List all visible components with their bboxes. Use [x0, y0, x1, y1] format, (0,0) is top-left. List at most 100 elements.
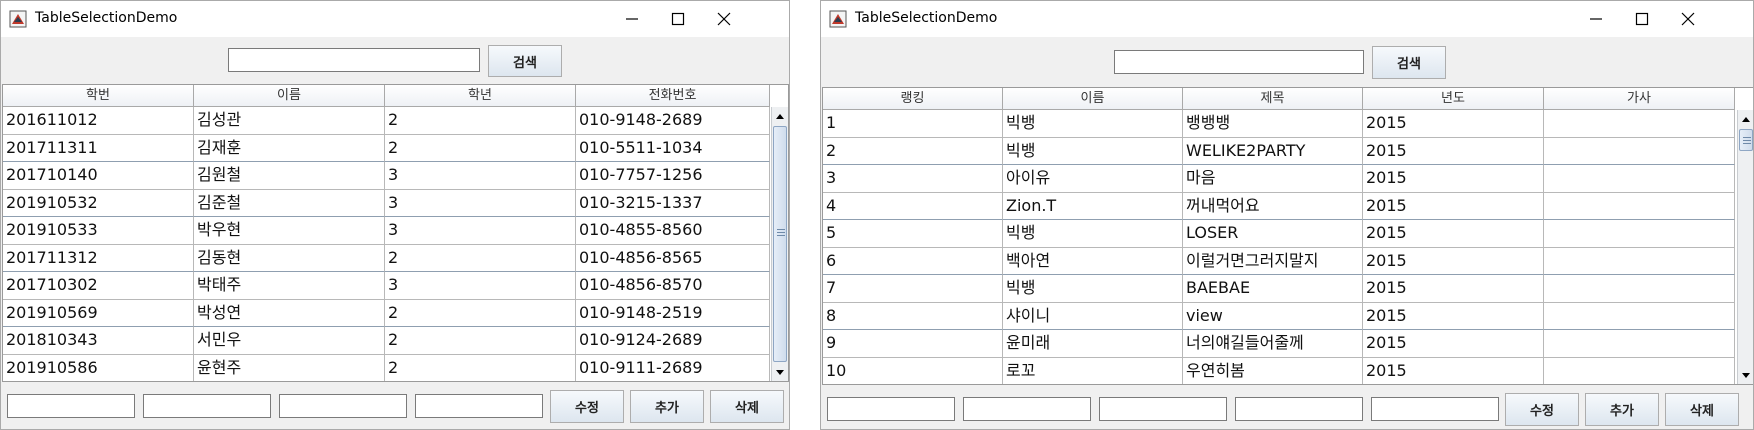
- cell-artist[interactable]: 빅뱅: [1003, 110, 1183, 138]
- cell-name[interactable]: 박태주: [194, 272, 385, 300]
- table-row[interactable]: 5 빅뱅 LOSER 2015: [823, 220, 1735, 248]
- table-row[interactable]: 201710140 김원철 3 010-7757-1256: [3, 162, 770, 190]
- cell-name[interactable]: 김성관: [194, 107, 385, 135]
- table-row[interactable]: 2 빅뱅 WELIKE2PARTY 2015: [823, 137, 1735, 165]
- cell-lyrics[interactable]: [1544, 165, 1735, 193]
- student-id-field[interactable]: [7, 394, 135, 418]
- cell-name[interactable]: 박성연: [194, 299, 385, 327]
- cell-lyrics[interactable]: [1544, 192, 1735, 220]
- artist-field[interactable]: [963, 397, 1091, 421]
- column-header-rank[interactable]: 랭킹: [823, 88, 1003, 110]
- scroll-up-arrow-icon[interactable]: [1738, 111, 1754, 128]
- search-button[interactable]: 검색: [1372, 46, 1446, 79]
- search-button[interactable]: 검색: [488, 45, 562, 77]
- cell-phone[interactable]: 010-9148-2689: [576, 107, 770, 135]
- cell-grade[interactable]: 3: [385, 217, 576, 245]
- scroll-down-arrow-icon[interactable]: [772, 364, 788, 381]
- cell-year[interactable]: 2015: [1363, 165, 1544, 193]
- table-row[interactable]: 10 로꼬 우연히봄 2015: [823, 357, 1735, 384]
- cell-rank[interactable]: 8: [823, 302, 1003, 330]
- column-header-year[interactable]: 년도: [1363, 88, 1544, 110]
- cell-student-id[interactable]: 201611012: [3, 107, 194, 135]
- cell-year[interactable]: 2015: [1363, 302, 1544, 330]
- cell-lyrics[interactable]: [1544, 110, 1735, 138]
- add-button[interactable]: 추가: [630, 390, 704, 423]
- cell-phone[interactable]: 010-5511-1034: [576, 134, 770, 162]
- cell-lyrics[interactable]: [1544, 220, 1735, 248]
- cell-song-title[interactable]: 마음: [1183, 165, 1363, 193]
- cell-rank[interactable]: 10: [823, 357, 1003, 384]
- cell-phone[interactable]: 010-7757-1256: [576, 162, 770, 190]
- table-row[interactable]: 6 백아연 이럴거면그러지말지 2015: [823, 247, 1735, 275]
- cell-artist[interactable]: 빅뱅: [1003, 137, 1183, 165]
- edit-button[interactable]: 수정: [550, 390, 624, 423]
- cell-artist[interactable]: Zion.T: [1003, 192, 1183, 220]
- cell-phone[interactable]: 010-4856-8570: [576, 272, 770, 300]
- cell-name[interactable]: 김준철: [194, 189, 385, 217]
- cell-grade[interactable]: 2: [385, 299, 576, 327]
- cell-year[interactable]: 2015: [1363, 220, 1544, 248]
- table-row[interactable]: 3 아이유 마음 2015: [823, 165, 1735, 193]
- cell-name[interactable]: 윤현주: [194, 354, 385, 381]
- cell-student-id[interactable]: 201710302: [3, 272, 194, 300]
- table-row[interactable]: 201910586 윤현주 2 010-9111-2689: [3, 354, 770, 381]
- cell-year[interactable]: 2015: [1363, 357, 1544, 384]
- cell-student-id[interactable]: 201910569: [3, 299, 194, 327]
- cell-phone[interactable]: 010-9124-2689: [576, 327, 770, 355]
- table-row[interactable]: 7 빅뱅 BAEBAE 2015: [823, 275, 1735, 303]
- maximize-button[interactable]: [655, 1, 701, 37]
- cell-rank[interactable]: 9: [823, 330, 1003, 358]
- title-bar[interactable]: TableSelectionDemo: [1, 1, 789, 37]
- table-row[interactable]: 9 윤미래 너의얘길들어줄께 2015: [823, 330, 1735, 358]
- cell-rank[interactable]: 3: [823, 165, 1003, 193]
- cell-name[interactable]: 김재훈: [194, 134, 385, 162]
- table-row[interactable]: 4 Zion.T 꺼내먹어요 2015: [823, 192, 1735, 220]
- column-header-name[interactable]: 이름: [194, 85, 385, 107]
- year-field[interactable]: [1235, 397, 1363, 421]
- grade-field[interactable]: [279, 394, 407, 418]
- cell-lyrics[interactable]: [1544, 247, 1735, 275]
- cell-grade[interactable]: 2: [385, 327, 576, 355]
- cell-artist[interactable]: 윤미래: [1003, 330, 1183, 358]
- cell-year[interactable]: 2015: [1363, 247, 1544, 275]
- cell-year[interactable]: 2015: [1363, 137, 1544, 165]
- column-header-phone[interactable]: 전화번호: [576, 85, 770, 107]
- column-header-student-id[interactable]: 학번: [3, 85, 194, 107]
- minimize-button[interactable]: [609, 1, 655, 37]
- cell-artist[interactable]: 백아연: [1003, 247, 1183, 275]
- cell-student-id[interactable]: 201711312: [3, 244, 194, 272]
- scroll-down-arrow-icon[interactable]: [1738, 367, 1754, 384]
- cell-song-title[interactable]: 이럴거면그러지말지: [1183, 247, 1363, 275]
- cell-artist[interactable]: 샤이니: [1003, 302, 1183, 330]
- search-input[interactable]: [228, 48, 480, 72]
- cell-name[interactable]: 김원철: [194, 162, 385, 190]
- cell-year[interactable]: 2015: [1363, 275, 1544, 303]
- table-row[interactable]: 201711311 김재훈 2 010-5511-1034: [3, 134, 770, 162]
- cell-lyrics[interactable]: [1544, 302, 1735, 330]
- cell-lyrics[interactable]: [1544, 137, 1735, 165]
- cell-grade[interactable]: 2: [385, 354, 576, 381]
- cell-student-id[interactable]: 201910533: [3, 217, 194, 245]
- minimize-button[interactable]: [1573, 1, 1619, 37]
- cell-grade[interactable]: 3: [385, 272, 576, 300]
- cell-rank[interactable]: 7: [823, 275, 1003, 303]
- lyrics-field[interactable]: [1371, 397, 1499, 421]
- cell-song-title[interactable]: view: [1183, 302, 1363, 330]
- cell-artist[interactable]: 빅뱅: [1003, 275, 1183, 303]
- vertical-scrollbar[interactable]: [771, 107, 788, 381]
- cell-song-title[interactable]: 꺼내먹어요: [1183, 192, 1363, 220]
- cell-rank[interactable]: 1: [823, 110, 1003, 138]
- delete-button[interactable]: 삭제: [710, 390, 784, 423]
- cell-rank[interactable]: 2: [823, 137, 1003, 165]
- cell-song-title[interactable]: BAEBAE: [1183, 275, 1363, 303]
- cell-student-id[interactable]: 201910586: [3, 354, 194, 381]
- cell-phone[interactable]: 010-4856-8565: [576, 244, 770, 272]
- scrollbar-thumb[interactable]: [773, 126, 787, 362]
- scrollbar-thumb[interactable]: [1739, 129, 1753, 151]
- cell-artist[interactable]: 로꼬: [1003, 357, 1183, 384]
- cell-phone[interactable]: 010-9111-2689: [576, 354, 770, 381]
- cell-name[interactable]: 박우현: [194, 217, 385, 245]
- cell-grade[interactable]: 2: [385, 107, 576, 135]
- edit-button[interactable]: 수정: [1505, 393, 1579, 426]
- cell-lyrics[interactable]: [1544, 330, 1735, 358]
